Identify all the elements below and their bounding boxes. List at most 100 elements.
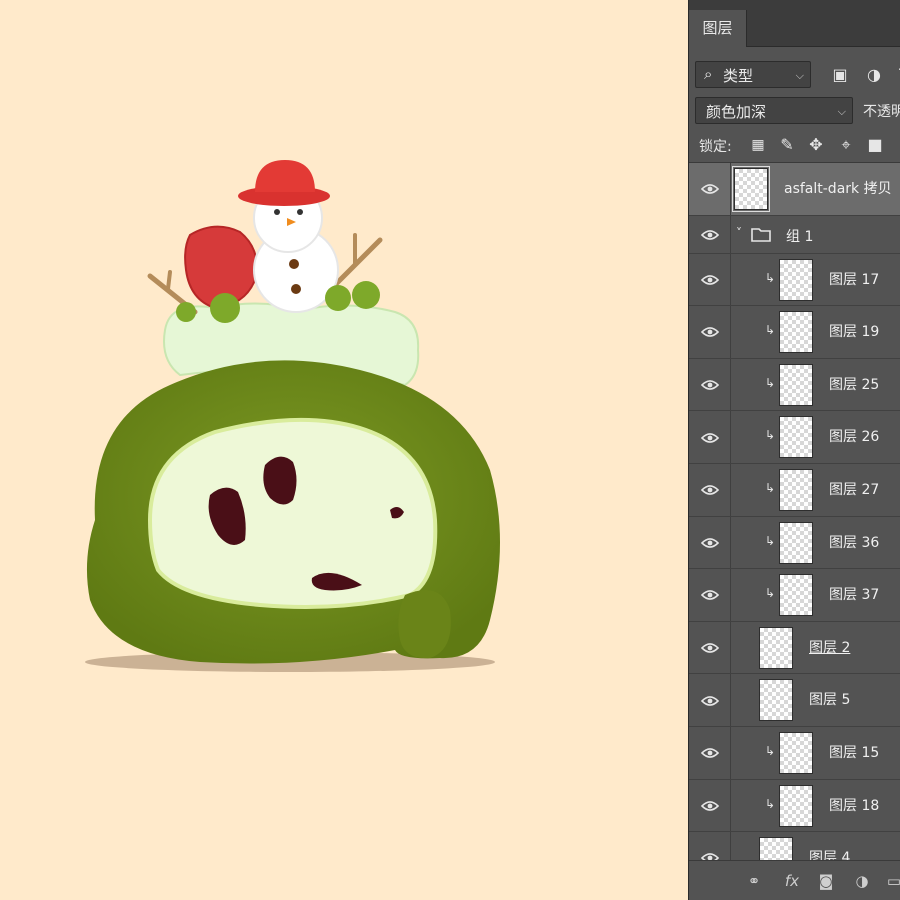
new-group-icon[interactable]: ▭ [883, 870, 900, 892]
visibility-eye-icon[interactable] [701, 326, 719, 338]
divider [730, 163, 731, 215]
layer-name: 图层 18 [829, 797, 880, 814]
layer-thumbnail[interactable] [779, 574, 813, 617]
clipping-mask-icon: ↳ [765, 428, 776, 443]
image-filter-icon[interactable]: ▣ [829, 64, 851, 86]
roll-curl [398, 590, 451, 659]
mask-icon[interactable]: ◙ [815, 870, 837, 892]
clipping-mask-icon: ↳ [765, 586, 776, 601]
divider [730, 464, 731, 516]
visibility-eye-icon[interactable] [701, 695, 719, 707]
visibility-eye-icon[interactable] [701, 229, 719, 241]
divider [730, 621, 731, 674]
clipping-mask-icon: ↳ [765, 481, 776, 495]
layer-name: 图层 26 [829, 429, 880, 446]
layer-thumbnail[interactable] [759, 626, 793, 669]
cake-illustration [85, 160, 500, 672]
layer-thumbnail[interactable] [779, 363, 813, 406]
link-icon[interactable]: ⚭ [743, 870, 765, 892]
layer-row[interactable]: ↳ 图层 18 [689, 779, 900, 833]
layer-row[interactable]: ↳ 图层 37 [689, 569, 900, 622]
divider [730, 215, 731, 253]
lock-label: 锁定: [699, 139, 732, 155]
layer-thumbnail[interactable] [779, 469, 813, 511]
layer-name: 图层 37 [829, 587, 880, 604]
layer-row[interactable]: ↳ 图层 15 [689, 727, 900, 780]
divider [730, 674, 731, 726]
visibility-eye-icon[interactable] [701, 183, 719, 195]
layer-row[interactable]: ↳ 图层 17 [689, 253, 900, 307]
clipping-mask-icon: ↳ [765, 796, 776, 811]
layer-group-row[interactable]: ˅ 组 1 [689, 215, 900, 254]
layer-row[interactable]: ↳ 图层 26 [689, 411, 900, 464]
layer-name: 图层 36 [829, 534, 880, 551]
layer-row[interactable]: ↳ 图层 36 [689, 516, 900, 570]
layers-bottom-bar: ⚭ fx ◙ ◑ ▭ [689, 860, 900, 900]
visibility-eye-icon[interactable] [701, 747, 719, 759]
layer-thumbnail[interactable] [779, 416, 813, 459]
layer-thumbnail[interactable] [732, 166, 770, 212]
chevron-down-icon[interactable]: ˅ [736, 226, 742, 240]
blend-row: 颜色加深 ⌵ 不透明 [689, 93, 900, 127]
chevron-down-icon: ⌵ [795, 69, 804, 82]
lock-brush-icon[interactable]: ✎ [776, 134, 798, 156]
panel-tab-bar: 图层 [689, 0, 900, 47]
layer-row[interactable]: 图层 2 [689, 621, 900, 675]
layer-name: 图层 25 [829, 376, 880, 393]
layer-thumbnail[interactable] [759, 679, 793, 722]
lock-transparent-icon[interactable]: ▦ [747, 134, 769, 156]
layer-thumbnail[interactable] [779, 311, 813, 354]
filter-kind-dropdown[interactable]: ⌕ 类型 ⌵ [695, 61, 811, 88]
adjustment-filter-icon[interactable]: ◑ [863, 64, 885, 86]
chevron-down-icon: ⌵ [837, 105, 846, 118]
type-filter-icon[interactable]: T [893, 64, 900, 86]
layer-row[interactable]: ↳ 图层 27 [689, 464, 900, 517]
layer-name: 图层 27 [829, 482, 880, 498]
visibility-eye-icon[interactable] [701, 800, 719, 812]
visibility-eye-icon[interactable] [701, 379, 719, 391]
folder-icon [751, 227, 771, 246]
blend-mode-label: 颜色加深 [706, 103, 767, 121]
layer-row[interactable]: asfalt-dark 拷贝 [689, 163, 900, 216]
clipping-mask-icon: ↳ [765, 323, 776, 338]
layer-row[interactable]: ↳ 图层 19 [689, 306, 900, 359]
divider [730, 569, 731, 621]
layer-name: 图层 15 [829, 745, 880, 761]
layer-thumbnail[interactable] [779, 784, 813, 827]
visibility-eye-icon[interactable] [701, 274, 719, 286]
layer-name: 图层 2 [809, 639, 851, 656]
lock-row: 锁定: ▦ ✎ ✥ ⌖ ■ [689, 128, 900, 163]
visibility-eye-icon[interactable] [701, 589, 719, 601]
layer-name: 图层 17 [829, 271, 880, 288]
layer-name: 图层 19 [829, 324, 880, 341]
layers-panel: 图层 ⌕ 类型 ⌵ ▣ ◑ T 颜色加深 ⌵ 不透明 锁定: ▦ ✎ ✥ ⌖ ■… [688, 0, 900, 900]
layer-row[interactable]: ↳ 图层 25 [689, 358, 900, 412]
layer-thumbnail[interactable] [779, 258, 813, 301]
document-canvas[interactable] [0, 0, 688, 900]
layer-row[interactable]: 图层 5 [689, 674, 900, 727]
layer-name: 组 1 [786, 228, 814, 245]
adjustment-layer-icon[interactable]: ◑ [851, 870, 873, 892]
filter-row: ⌕ 类型 ⌵ ▣ ◑ T [689, 56, 900, 92]
visibility-eye-icon[interactable] [701, 432, 719, 444]
blend-mode-dropdown[interactable]: 颜色加深 ⌵ [695, 97, 853, 124]
lock-position-icon[interactable]: ✥ [805, 134, 827, 156]
fx-icon[interactable]: fx [781, 870, 803, 892]
clipping-mask-icon: ↳ [765, 744, 776, 758]
divider [730, 779, 731, 832]
lock-artboard-icon[interactable]: ⌖ [835, 134, 857, 156]
layer-name: 图层 5 [809, 692, 851, 709]
divider [730, 516, 731, 569]
layers-list: asfalt-dark 拷贝 ˅ 组 1 ↳ 图层 17 ↳ 图层 19 ↳ 图层 25 ↳ 图层 … [689, 163, 900, 885]
visibility-eye-icon[interactable] [701, 537, 719, 549]
tab-layers[interactable]: 图层 [689, 10, 747, 47]
visibility-eye-icon[interactable] [701, 484, 719, 496]
clipping-mask-icon: ↳ [765, 270, 776, 285]
lock-all-icon[interactable]: ■ [864, 134, 886, 156]
filter-kind-label: 类型 [723, 67, 754, 85]
layer-thumbnail[interactable] [779, 732, 813, 774]
opacity-label: 不透明 [863, 104, 900, 120]
divider [730, 727, 731, 779]
visibility-eye-icon[interactable] [701, 642, 719, 654]
layer-thumbnail[interactable] [779, 521, 813, 564]
